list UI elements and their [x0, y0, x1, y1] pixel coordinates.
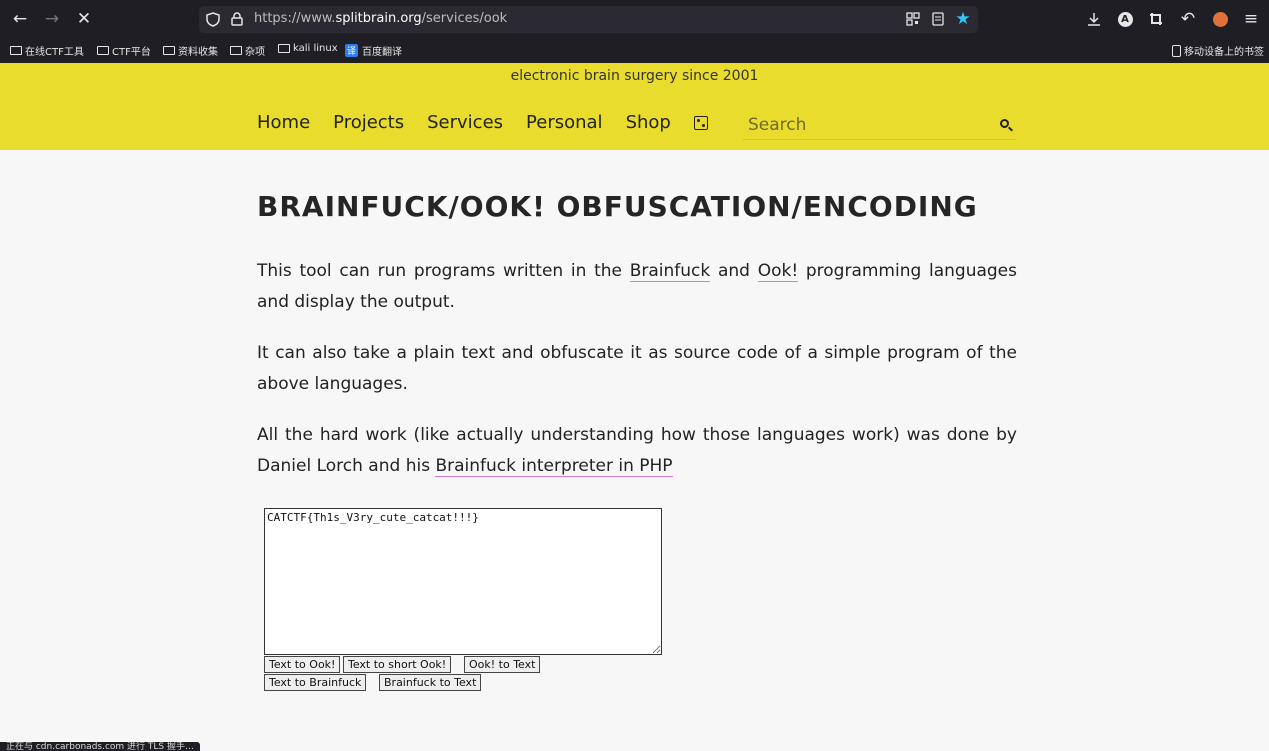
mobile-device-icon	[1172, 44, 1181, 57]
translate-icon: 译	[345, 44, 358, 57]
folder-icon	[163, 46, 175, 55]
bookmark-folder[interactable]: kali linux	[278, 43, 338, 54]
status-bar: 正在与 cdn.carbonads.com 进行 TLS 握手…	[0, 742, 200, 751]
nav-projects[interactable]: Projects	[333, 112, 404, 133]
interpreter-link[interactable]: Brainfuck interpreter in PHP	[435, 456, 673, 477]
lock-icon[interactable]	[228, 10, 246, 28]
back-arrow-icon[interactable]: ←	[9, 8, 31, 30]
reader-view-icon[interactable]	[929, 10, 947, 28]
main-content: BRAINFUCK/OOK! OBFUSCATION/ENCODING This…	[0, 150, 1269, 751]
downloads-icon[interactable]	[1083, 8, 1105, 30]
qr-code-icon[interactable]	[904, 10, 922, 28]
nav-personal[interactable]: Personal	[526, 112, 603, 133]
folder-icon	[230, 46, 242, 55]
mobile-bookmarks[interactable]: 移动设备上的书签	[1172, 43, 1264, 58]
undo-arrow-icon[interactable]: ↶	[1177, 8, 1199, 30]
nav-shop[interactable]: Shop	[626, 112, 671, 133]
obfuscate-paragraph: It can also take a plain text and obfusc…	[257, 343, 1017, 394]
bookmark-folder[interactable]: 杂项	[230, 43, 265, 58]
folder-icon	[97, 46, 109, 55]
site-tagline: electronic brain surgery since 2001	[510, 68, 759, 84]
stop-loading-icon[interactable]: ✕	[73, 8, 95, 30]
menu-icon[interactable]: ≡	[1240, 8, 1262, 30]
shield-icon[interactable]	[204, 10, 222, 28]
main-nav: Home Projects Services Personal Shop	[257, 112, 708, 133]
site-header: electronic brain surgery since 2001 Home…	[0, 63, 1269, 150]
code-textarea[interactable]: CATCTF{Th1s_V3ry_cute_catcat!!!}	[264, 508, 662, 655]
ook-to-text-button[interactable]: Ook! to Text	[464, 656, 541, 673]
dice-icon[interactable]	[693, 116, 708, 130]
forward-arrow-icon[interactable]: →	[41, 8, 63, 30]
bookmarks-bar: 在线CTF工具 CTF平台 资料收集 杂项 kali linux 译百度翻译 移…	[0, 38, 1269, 63]
search-icon[interactable]	[1000, 119, 1009, 128]
folder-icon	[278, 44, 290, 53]
bookmark-star-icon[interactable]: ★	[954, 9, 972, 29]
text-to-ook-button[interactable]: Text to Ook!	[264, 656, 341, 673]
bookmark-folder[interactable]: 资料收集	[163, 43, 218, 58]
text-to-short-ook-button[interactable]: Text to short Ook!	[343, 656, 452, 673]
nav-services[interactable]: Services	[427, 112, 503, 133]
brainfuck-link[interactable]: Brainfuck	[629, 261, 711, 282]
bookmark-folder[interactable]: CTF平台	[97, 43, 151, 58]
address-bar[interactable]: https://www.splitbrain.org/services/ook …	[199, 6, 978, 33]
bookmark-folder[interactable]: 在线CTF工具	[10, 43, 84, 58]
page-title: BRAINFUCK/OOK! OBFUSCATION/ENCODING	[257, 190, 978, 223]
credits-paragraph: All the hard work (like actually underst…	[257, 425, 1017, 477]
search-box	[742, 110, 1016, 140]
nav-home[interactable]: Home	[257, 112, 310, 133]
browser-toolbar: ← → ✕ https://www.splitbrain.org/service…	[0, 0, 1269, 38]
text-to-brainfuck-button[interactable]: Text to Brainfuck	[264, 674, 367, 691]
search-input[interactable]	[748, 112, 988, 138]
brainfuck-to-text-button[interactable]: Brainfuck to Text	[379, 674, 482, 691]
crop-icon[interactable]	[1145, 8, 1167, 30]
extension-icon[interactable]	[1209, 8, 1231, 30]
browser-chrome: ← → ✕ https://www.splitbrain.org/service…	[0, 0, 1269, 63]
ook-link[interactable]: Ook!	[757, 261, 799, 282]
account-icon[interactable]: A	[1114, 8, 1136, 30]
folder-icon	[10, 46, 22, 55]
url-text[interactable]: https://www.splitbrain.org/services/ook	[254, 11, 507, 26]
bookmark-baidu-translate[interactable]: 译百度翻译	[345, 43, 402, 58]
intro-paragraph: This tool can run programs written in th…	[257, 261, 1017, 312]
